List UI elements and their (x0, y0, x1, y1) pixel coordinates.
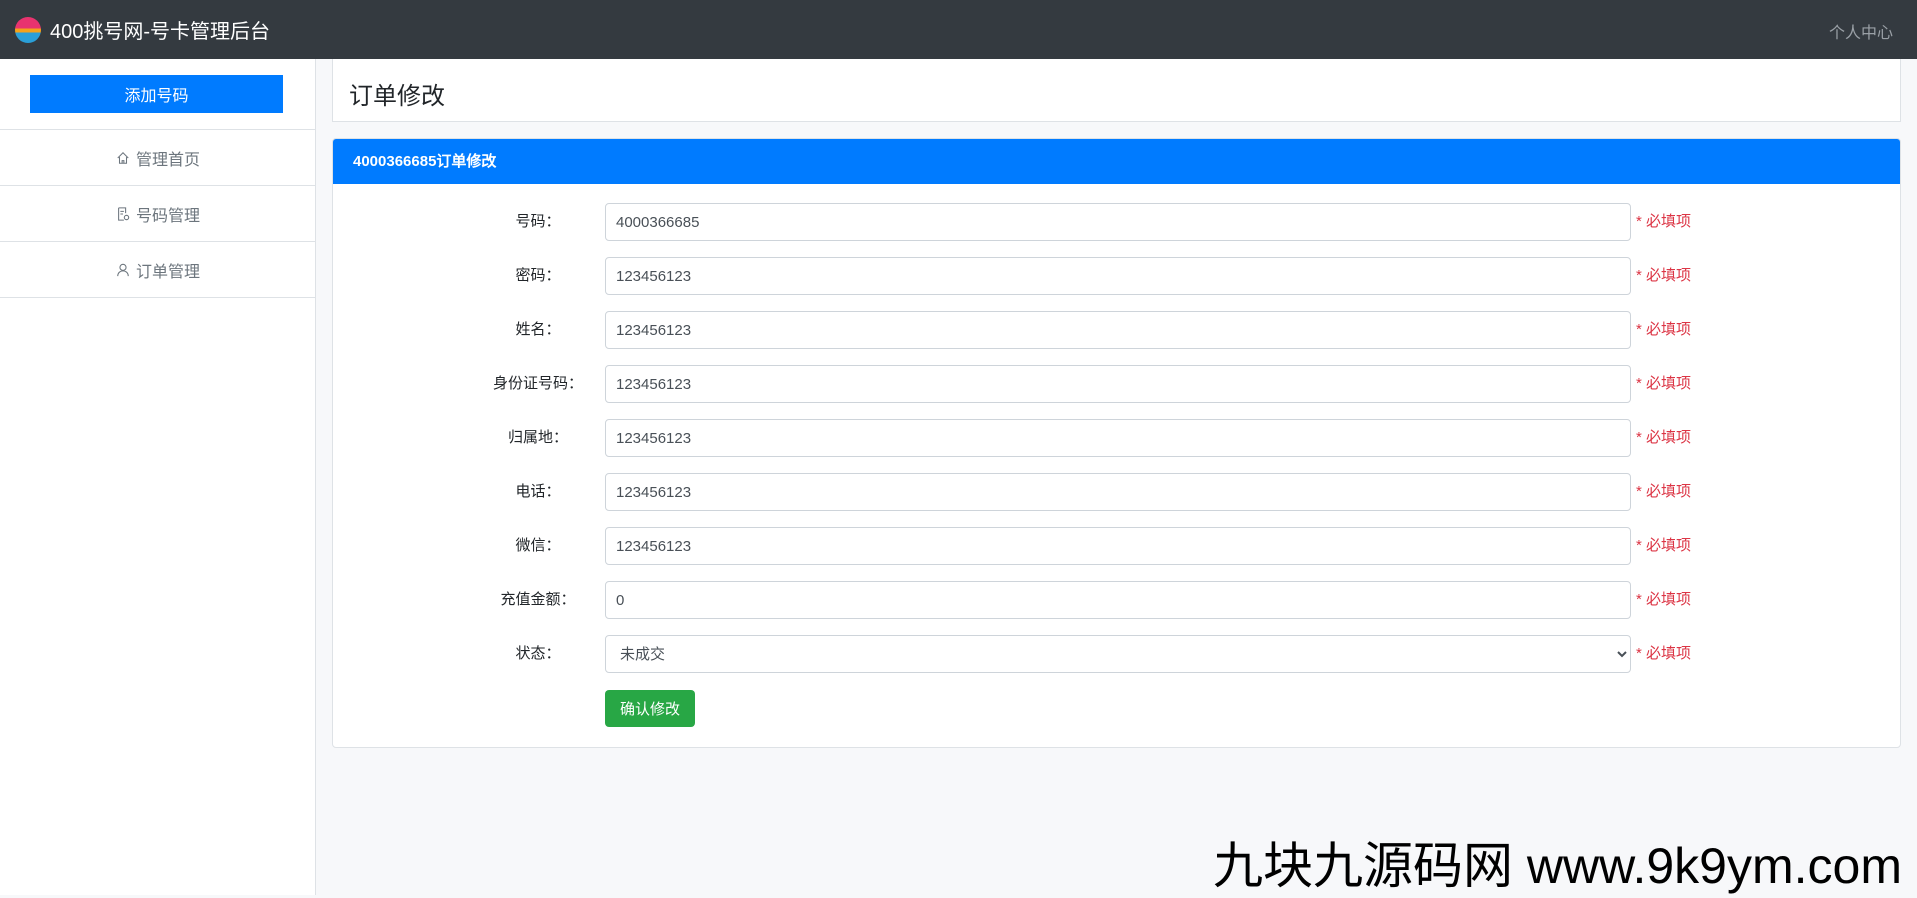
page-title-card: 订单修改 (332, 59, 1901, 122)
order-edit-card: 4000366685订单修改 号码： * 必填项密码： * 必填项姓名： * 必… (332, 138, 1901, 748)
required-hint: * 必填项 (1636, 591, 1692, 608)
sidebar-item-orders[interactable]: 订单管理 (0, 242, 316, 298)
field-label: 身份证号码： (492, 375, 583, 392)
form-row: 充值金额： * 必填项 (333, 581, 1900, 619)
sidebar-item-label: 管理首页 (135, 151, 200, 169)
confirm-edit-button[interactable]: 确认修改 (605, 690, 695, 727)
field-input[interactable] (605, 581, 1631, 619)
sidebar-item-label: 号码管理 (135, 207, 200, 225)
watermark: 九块九源码网 www.9k9ym.com (1213, 838, 1902, 894)
field-label: 姓名： (515, 321, 561, 338)
required-hint: * 必填项 (1636, 213, 1692, 230)
logo-icon (15, 16, 41, 43)
sidebar-nav: 管理首页 号码管理 订单管理 (0, 129, 316, 298)
field-label: 密码： (515, 267, 561, 284)
field-input[interactable] (605, 365, 1631, 403)
field-label: 充值金额： (500, 591, 576, 608)
field-input[interactable] (605, 527, 1631, 565)
field-input[interactable] (605, 257, 1631, 295)
form-row: 微信： * 必填项 (333, 527, 1900, 565)
brand-title[interactable]: 400挑号网-号卡管理后台 (50, 15, 270, 44)
add-number-button[interactable]: 添加号码 (30, 75, 283, 113)
document-icon (118, 206, 130, 221)
field-input[interactable] (605, 473, 1631, 511)
sidebar-item-home[interactable]: 管理首页 (0, 130, 316, 186)
field-input[interactable] (605, 311, 1631, 349)
top-navbar: 400挑号网-号卡管理后台 个人中心 (0, 0, 1917, 59)
user-icon (117, 263, 129, 276)
form-row: 电话： * 必填项 (333, 473, 1900, 511)
form-row: 归属地： * 必填项 (333, 419, 1900, 457)
field-label: 状态： (515, 645, 561, 662)
required-hint: * 必填项 (1636, 375, 1692, 392)
form-row: 身份证号码： * 必填项 (333, 365, 1900, 403)
field-label: 电话： (515, 483, 561, 500)
form-row: 姓名： * 必填项 (333, 311, 1900, 349)
sidebar-item-label: 订单管理 (135, 263, 200, 281)
required-hint: * 必填项 (1636, 429, 1692, 446)
home-icon (117, 151, 129, 164)
required-hint: * 必填项 (1636, 267, 1692, 284)
form-row-status: 状态： 未成交 * 必填项 (333, 635, 1900, 673)
required-hint: * 必填项 (1636, 537, 1692, 554)
user-center-link[interactable]: 个人中心 (1829, 19, 1893, 43)
required-hint: * 必填项 (1636, 645, 1692, 662)
card-title: 4000366685订单修改 (333, 139, 1900, 184)
form-row: 密码： * 必填项 (333, 257, 1900, 295)
sidebar-item-numbers[interactable]: 号码管理 (0, 186, 316, 242)
field-label: 归属地： (507, 429, 568, 446)
field-input[interactable] (605, 419, 1631, 457)
sidebar: 添加号码 管理首页 号码管理 订单管理 (0, 59, 316, 895)
status-select[interactable]: 未成交 (605, 635, 1631, 673)
field-label: 号码： (515, 213, 561, 230)
required-hint: * 必填项 (1636, 483, 1692, 500)
field-input[interactable] (605, 203, 1631, 241)
field-label: 微信： (515, 537, 561, 554)
form-row: 号码： * 必填项 (333, 203, 1900, 241)
page-title: 订单修改 (349, 83, 445, 110)
required-hint: * 必填项 (1636, 321, 1692, 338)
